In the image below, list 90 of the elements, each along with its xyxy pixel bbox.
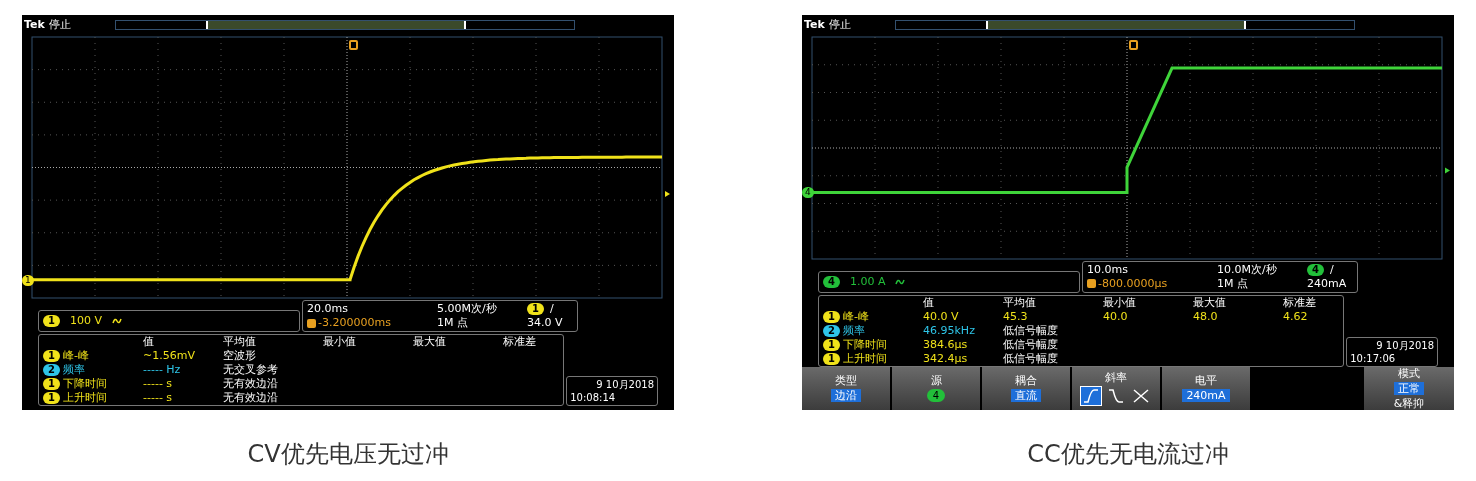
- vertical-scale: 100 V: [69, 314, 102, 328]
- measurement-name: 下降时间: [842, 337, 887, 352]
- menu-button[interactable]: 类型 边沿: [802, 366, 890, 410]
- measurement-value: 384.6μs: [923, 337, 969, 352]
- coupling-icon: [895, 277, 906, 286]
- channel-badge: 1: [527, 303, 544, 315]
- rising-edge-button[interactable]: [1080, 385, 1102, 406]
- measurement-value: 48.0: [1193, 309, 1219, 324]
- channel-badge: 2: [823, 324, 840, 337]
- channel-badge: 4: [823, 275, 840, 288]
- status-label: 停止: [48, 16, 71, 33]
- measurement-name: 上升时间: [842, 351, 887, 366]
- trigger-marker-icon: [349, 40, 358, 50]
- vertical-scale: 1.00 A: [849, 274, 886, 289]
- record-length: 1M 点: [1217, 276, 1249, 291]
- measurement-value: ~1.56mV: [143, 349, 196, 363]
- measurement-note: 空波形: [223, 349, 257, 363]
- measurement-note: 无交叉参考: [223, 363, 279, 377]
- brand-label: Tek: [804, 16, 825, 33]
- figure-caption: CC优先无电流过冲: [1027, 439, 1229, 470]
- measurement-note: 无有效边沿: [223, 391, 279, 405]
- channel-badge: 1: [823, 338, 840, 351]
- date-label: 9 10月2018: [596, 378, 654, 391]
- sample-rate: 5.00M次/秒: [437, 302, 498, 316]
- channel-marker: 4: [802, 186, 814, 198]
- trigger-marker-icon: [1129, 39, 1138, 50]
- measurement-value: 342.4μs: [923, 351, 969, 366]
- channel-marker: 1: [22, 275, 34, 287]
- trigger-slope: /: [1329, 262, 1334, 277]
- measurement-value: ----- s: [143, 377, 174, 391]
- channel-badge: 1: [43, 392, 60, 404]
- channel-badge: 1: [43, 315, 60, 327]
- position-marker-icon: [1087, 279, 1096, 289]
- column-header: 值: [143, 335, 155, 349]
- horizontal-position: -3.200000ms: [318, 316, 391, 330]
- column-header: 最小值: [323, 335, 357, 349]
- horizontal-position: -800.0000μs: [1098, 276, 1168, 291]
- column-header: 最大值: [1193, 295, 1227, 310]
- column-header: 标准差: [1283, 295, 1317, 310]
- column-header: 平均值: [223, 335, 257, 349]
- channel-badge: 2: [43, 364, 60, 376]
- measurement-value: 40.0: [1103, 309, 1129, 324]
- channel-badge: 1: [43, 350, 60, 362]
- coupling-icon: [112, 317, 122, 325]
- time-scale: 20.0ms: [307, 302, 349, 316]
- measurement-note: 低信号幅度: [1003, 337, 1059, 352]
- measurement-name: 峰-峰: [842, 309, 869, 324]
- trigger-slope: /: [549, 302, 554, 316]
- measurement-note: 低信号幅度: [1003, 351, 1059, 366]
- channel-badge: 1: [43, 378, 60, 390]
- channel-badge: 1: [823, 352, 840, 365]
- menu-button[interactable]: 耦合 直流: [982, 366, 1070, 410]
- menu-button[interactable]: 电平 240mA: [1162, 366, 1250, 410]
- measurement-note: 无有效边沿: [223, 377, 279, 391]
- menu-button[interactable]: 源 4: [892, 366, 980, 410]
- measurement-value: 4.62: [1283, 309, 1309, 324]
- column-header: 最大值: [413, 335, 447, 349]
- measurement-name: 频率: [842, 323, 865, 338]
- menu-label: 斜率: [1105, 370, 1127, 384]
- column-header: 最小值: [1103, 295, 1137, 310]
- trigger-level: 240mA: [1307, 276, 1348, 291]
- trigger-level: 34.0 V: [527, 316, 564, 330]
- time-label: 10:17:06: [1350, 351, 1396, 365]
- channel-badge: 4: [1307, 263, 1324, 276]
- column-header: 标准差: [503, 335, 537, 349]
- measurement-value: ----- s: [143, 391, 174, 405]
- measurement-note: 低信号幅度: [1003, 323, 1059, 338]
- date-label: 9 10月2018: [1376, 338, 1434, 352]
- channel-badge: 1: [823, 310, 840, 323]
- column-header: 值: [923, 295, 935, 310]
- measurement-value: 46.95kHz: [923, 323, 976, 338]
- trigger-level-arrow-icon: [665, 191, 670, 197]
- position-marker-icon: [307, 318, 316, 328]
- status-label: 停止: [828, 16, 851, 33]
- measurement-value: 40.0 V: [923, 309, 960, 324]
- brand-label: Tek: [24, 16, 45, 33]
- sample-rate: 10.0M次/秒: [1217, 262, 1278, 277]
- record-length: 1M 点: [437, 316, 469, 330]
- time-scale: 10.0ms: [1087, 262, 1129, 277]
- measurement-name: 下降时间: [62, 377, 107, 391]
- time-label: 10:08:14: [570, 391, 616, 404]
- figure-caption: CV优先电压无过冲: [247, 439, 449, 470]
- trigger-level-arrow-icon: [1445, 167, 1450, 174]
- column-header: 平均值: [1003, 295, 1037, 310]
- measurement-name: 峰-峰: [62, 349, 89, 363]
- measurement-value: 45.3: [1003, 309, 1029, 324]
- measurement-value: ----- Hz: [143, 363, 182, 377]
- measurement-name: 上升时间: [62, 391, 107, 405]
- measurement-name: 频率: [62, 363, 85, 377]
- menu-button[interactable]: 模式 正常 &释抑: [1364, 366, 1454, 410]
